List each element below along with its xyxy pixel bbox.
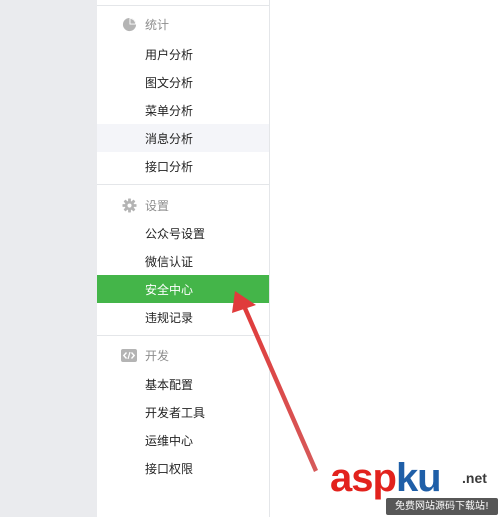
section-divider (97, 184, 269, 185)
sidebar-item-api-analysis[interactable]: 接口分析 (97, 152, 269, 180)
sidebar-item-basic-config[interactable]: 基本配置 (97, 370, 269, 398)
sidebar-item-article-analysis[interactable]: 图文分析 (97, 68, 269, 96)
sidebar-item-api-permissions[interactable]: 接口权限 (97, 454, 269, 482)
section-title: 设置 (145, 198, 170, 213)
sidebar-item-developer-tools[interactable]: 开发者工具 (97, 398, 269, 426)
watermark-suffix: .net (462, 470, 487, 486)
top-border (97, 5, 270, 6)
sidebar-item-label: 违规记录 (145, 310, 194, 325)
watermark-tagline: 免费网站源码下载站! (386, 498, 498, 515)
section-header-development: 开发 (97, 341, 269, 369)
section-header-statistics: 统计 (97, 10, 269, 38)
sidebar-item-violation-records[interactable]: 违规记录 (97, 303, 269, 331)
code-icon (121, 347, 137, 363)
sidebar-item-menu-analysis[interactable]: 菜单分析 (97, 96, 269, 124)
left-gutter (0, 0, 97, 517)
sidebar-item-label: 安全中心 (145, 282, 194, 297)
section-title: 开发 (145, 348, 170, 363)
sidebar-item-user-analysis[interactable]: 用户分析 (97, 40, 269, 68)
sidebar-item-message-analysis[interactable]: 消息分析 (97, 124, 269, 152)
section-title: 统计 (145, 17, 170, 32)
sidebar-item-label: 开发者工具 (145, 405, 206, 420)
watermark: aspku .net 免费网站源码下载站! (330, 458, 500, 517)
gear-icon (121, 197, 137, 213)
sidebar-item-label: 菜单分析 (145, 103, 194, 118)
sidebar-item-security-center[interactable]: 安全中心 (97, 275, 269, 303)
sidebar-item-label: 接口分析 (145, 159, 194, 174)
sidebar-item-account-settings[interactable]: 公众号设置 (97, 219, 269, 247)
watermark-logo: aspku (330, 456, 442, 500)
sidebar-item-operations-center[interactable]: 运维中心 (97, 426, 269, 454)
sidebar: 统计 用户分析 图文分析 菜单分析 消息分析 接口分析 设置 公众号设置 微信认… (97, 0, 270, 517)
sidebar-item-label: 基本配置 (145, 377, 194, 392)
pie-chart-icon (121, 16, 137, 32)
sidebar-item-label: 微信认证 (145, 254, 194, 269)
sidebar-item-wechat-verification[interactable]: 微信认证 (97, 247, 269, 275)
section-header-settings: 设置 (97, 191, 269, 219)
sidebar-item-label: 运维中心 (145, 433, 194, 448)
sidebar-item-label: 用户分析 (145, 47, 194, 62)
section-divider (97, 335, 269, 336)
sidebar-item-label: 公众号设置 (145, 226, 206, 241)
sidebar-item-label: 消息分析 (145, 131, 194, 146)
sidebar-item-label: 图文分析 (145, 75, 194, 90)
sidebar-item-label: 接口权限 (145, 461, 194, 476)
